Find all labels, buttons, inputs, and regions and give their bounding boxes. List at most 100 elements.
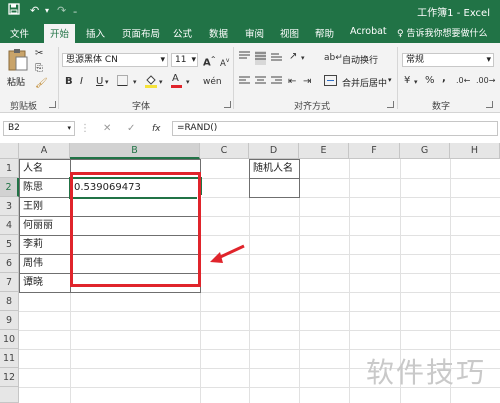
cancel-formula-icon[interactable]: ✕ (103, 123, 111, 135)
redo-icon[interactable]: ↷ (57, 3, 66, 19)
column-header[interactable]: B (70, 143, 200, 159)
wrap-text-button[interactable]: ab↵ 自动换行 (324, 52, 394, 66)
align-top-icon[interactable] (239, 51, 250, 65)
alignment-launcher-icon[interactable] (387, 101, 394, 108)
tab-insert[interactable]: 插入 (86, 26, 105, 40)
tab-review[interactable]: 审阅 (245, 26, 264, 40)
font-launcher-icon[interactable] (224, 101, 231, 108)
tab-acrobat[interactable]: Acrobat (350, 26, 387, 37)
enter-formula-icon[interactable]: ✓ (127, 123, 135, 135)
decrease-decimal-icon[interactable]: .00→ (476, 75, 495, 87)
cell-A4[interactable]: 何丽丽 (20, 216, 70, 235)
row-header[interactable]: 1 (0, 159, 19, 178)
row-header[interactable]: 10 (0, 330, 19, 349)
merge-center-button[interactable]: 合并后居中 ▾ (324, 75, 396, 89)
column-header[interactable]: F (349, 143, 400, 159)
align-bottom-icon[interactable] (271, 51, 282, 65)
row-header[interactable]: 7 (0, 273, 19, 292)
tab-view[interactable]: 视图 (280, 26, 299, 40)
paste-button[interactable]: 粘贴 (6, 48, 30, 94)
tell-me-search[interactable]: ♀ 告诉我你想要做什么 (397, 26, 487, 39)
currency-format-button[interactable]: ¥ (404, 75, 410, 87)
row-header[interactable] (0, 387, 19, 403)
increase-indent-icon[interactable]: ⇥ (303, 76, 311, 88)
save-icon[interactable] (8, 3, 20, 20)
select-all-corner[interactable] (0, 143, 19, 159)
align-middle-icon[interactable] (255, 51, 266, 65)
row-header[interactable]: 12 (0, 368, 19, 387)
insert-function-icon[interactable]: fx (152, 123, 161, 135)
format-painter-icon[interactable]: 🖌 (35, 78, 48, 90)
column-header[interactable]: H (450, 143, 500, 159)
worksheet-grid[interactable]: A B C D E F G H 1 2 3 4 5 6 7 8 9 10 11 … (0, 143, 500, 403)
cell-A7[interactable]: 谭晓 (20, 273, 70, 292)
row-header[interactable]: 3 (0, 197, 19, 216)
font-name-select[interactable]: 思源黑体 CN ▾ (62, 53, 168, 67)
chevron-down-icon[interactable]: ▾ (159, 76, 163, 88)
row-header[interactable]: 2 (0, 178, 19, 197)
borders-icon[interactable] (117, 75, 128, 90)
row-header[interactable]: 11 (0, 349, 19, 368)
align-right-icon[interactable] (271, 76, 282, 90)
wrap-text-icon: ab↵ (324, 53, 343, 63)
cell-A6[interactable]: 周伟 (20, 254, 70, 273)
cell-A3[interactable]: 王刚 (20, 197, 70, 216)
tab-help[interactable]: 帮助 (315, 26, 334, 40)
align-left-icon[interactable] (239, 76, 250, 90)
percent-format-button[interactable]: % (425, 75, 435, 87)
column-header[interactable]: E (299, 143, 349, 159)
cell-D1[interactable]: 随机人名 (250, 159, 300, 178)
cell-A1[interactable]: 人名 (20, 159, 70, 178)
grow-font-button[interactable]: A^ (203, 54, 216, 69)
column-header[interactable]: C (200, 143, 249, 159)
row-header[interactable]: 4 (0, 216, 19, 235)
italic-button[interactable]: I (80, 76, 83, 88)
shrink-font-button[interactable]: Av (220, 55, 229, 70)
chevron-down-icon[interactable]: ▾ (45, 3, 49, 19)
title-bar: ↶ ▾ ↷ ₌ 工作簿1 - Excel (0, 0, 500, 22)
tab-file[interactable]: 文件 (10, 26, 29, 40)
row-header[interactable]: 9 (0, 311, 19, 330)
chevron-down-icon: ▾ (160, 55, 165, 65)
copy-icon[interactable]: ⎘ (35, 63, 43, 75)
phonetic-icon[interactable]: wén (203, 76, 222, 88)
column-header[interactable]: D (249, 143, 299, 159)
tab-data[interactable]: 数据 (209, 26, 228, 40)
column-header[interactable]: A (19, 143, 70, 159)
column-header[interactable]: G (400, 143, 450, 159)
number-format-select[interactable]: 常规 ▾ (402, 53, 494, 67)
formula-bar-separator-icon: ⋮ (80, 123, 90, 134)
chevron-down-icon[interactable]: ▾ (105, 76, 109, 88)
tab-formulas[interactable]: 公式 (173, 26, 192, 40)
chevron-down-icon[interactable]: ▾ (301, 52, 305, 64)
undo-icon[interactable]: ↶ (30, 3, 39, 19)
underline-button[interactable]: U (96, 76, 103, 88)
comma-format-button[interactable]: , (442, 73, 446, 85)
chevron-down-icon[interactable]: ▾ (414, 76, 418, 88)
font-color-button[interactable]: A (171, 73, 182, 88)
chevron-down-icon[interactable]: ▾ (133, 76, 137, 88)
tab-page-layout[interactable]: 页面布局 (122, 26, 160, 40)
cut-icon[interactable]: ✂ (35, 48, 43, 60)
row-header[interactable]: 6 (0, 254, 19, 273)
watermark-text: 软件技巧 (365, 356, 486, 389)
chevron-down-icon: ▾ (67, 124, 71, 132)
bold-button[interactable]: B (65, 76, 73, 88)
decrease-indent-icon[interactable]: ⇤ (288, 76, 296, 88)
cell-A2[interactable]: 陈思 (20, 178, 70, 197)
formula-input[interactable]: =RAND() (172, 121, 498, 136)
increase-decimal-icon[interactable]: .0← (456, 75, 470, 87)
orientation-icon[interactable]: ↗ (289, 51, 297, 63)
name-box[interactable]: B2 ▾ (3, 121, 75, 136)
align-center-icon[interactable] (255, 76, 266, 90)
cell-A5[interactable]: 李莉 (20, 235, 70, 254)
chevron-down-icon[interactable]: ▾ (186, 76, 190, 88)
number-launcher-icon[interactable] (486, 101, 493, 108)
fill-color-icon[interactable] (145, 74, 157, 92)
customize-quick-access-icon[interactable]: ₌ (73, 3, 77, 19)
row-header[interactable]: 5 (0, 235, 19, 254)
clipboard-launcher-icon[interactable] (49, 101, 56, 108)
row-header[interactable]: 8 (0, 292, 19, 311)
tab-home[interactable]: 开始 (44, 24, 76, 43)
font-size-select[interactable]: 11 ▾ (171, 53, 198, 67)
